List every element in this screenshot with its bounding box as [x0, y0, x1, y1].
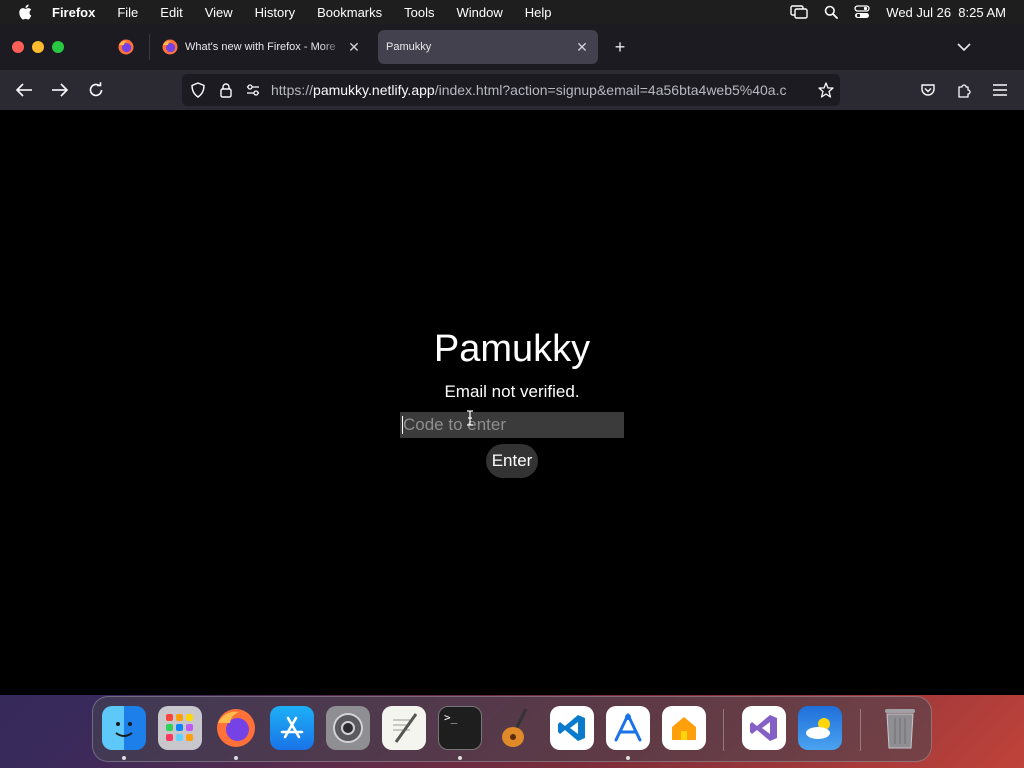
- pocket-icon: [921, 84, 935, 96]
- menu-app-name[interactable]: Firefox: [52, 5, 95, 20]
- home-icon[interactable]: [662, 706, 706, 750]
- text-caret: [402, 416, 403, 434]
- close-tab-icon[interactable]: ✕: [344, 37, 364, 57]
- app-store-icon[interactable]: [270, 706, 314, 750]
- hamburger-menu-icon: [993, 84, 1007, 96]
- macos-dock: >_: [92, 696, 932, 762]
- menu-view[interactable]: View: [205, 5, 233, 20]
- tab-title: Pamukky: [386, 41, 432, 53]
- list-all-tabs-chevron-down-icon[interactable]: [954, 37, 974, 57]
- text-cursor-icon: [467, 410, 473, 426]
- launchpad-icon[interactable]: [158, 706, 202, 750]
- extensions-button[interactable]: [954, 80, 974, 100]
- url-scheme: https://: [271, 82, 314, 98]
- firefox-icon[interactable]: [214, 706, 258, 750]
- verification-status-message: Email not verified.: [444, 382, 580, 401]
- macos-menu-bar: Firefox File Edit View History Bookmarks…: [0, 0, 1024, 24]
- spotlight-search-icon[interactable]: [824, 5, 839, 19]
- menu-window[interactable]: Window: [457, 5, 503, 20]
- pocket-button[interactable]: [918, 80, 938, 100]
- reload-button[interactable]: [86, 80, 106, 100]
- running-indicator: [458, 756, 462, 760]
- bookmark-star-icon[interactable]: [818, 82, 834, 98]
- url-text[interactable]: https://pamukky.netlify.app/index.html?a…: [271, 82, 799, 98]
- finder-icon[interactable]: [102, 706, 146, 750]
- zoom-window-button[interactable]: [52, 41, 64, 53]
- menu-file[interactable]: File: [117, 5, 138, 20]
- menu-history[interactable]: History: [255, 5, 295, 20]
- url-host: pamukky.netlify.app: [313, 82, 435, 98]
- back-arrow-icon: [15, 83, 32, 97]
- menu-bookmarks[interactable]: Bookmarks: [317, 5, 382, 20]
- minimize-window-button[interactable]: [32, 41, 44, 53]
- forward-button[interactable]: [50, 80, 70, 100]
- page-content: Pamukky Email not verified. Enter: [0, 110, 1024, 695]
- close-window-button[interactable]: [12, 41, 24, 53]
- reload-icon: [89, 82, 103, 97]
- dock-separator: [723, 709, 724, 751]
- tab-pamukky[interactable]: Pamukky ✕: [378, 30, 598, 64]
- permissions-sliders-icon[interactable]: [245, 82, 261, 98]
- terminal-icon[interactable]: >_: [438, 706, 482, 750]
- control-center-icon[interactable]: [854, 5, 870, 19]
- apple-logo-icon[interactable]: [18, 4, 32, 20]
- menu-edit[interactable]: Edit: [160, 5, 182, 20]
- verification-code-input[interactable]: [400, 412, 624, 438]
- close-tab-icon[interactable]: ✕: [572, 37, 592, 57]
- firefox-favicon-icon: [162, 39, 178, 55]
- tracking-protection-shield-icon[interactable]: [190, 82, 206, 98]
- clock-datetime[interactable]: Wed Jul 26 8:25 AM: [886, 5, 1006, 20]
- url-path: /index.html?action=signup&email=4a56bta4…: [434, 82, 787, 98]
- running-indicator: [234, 756, 238, 760]
- textedit-icon[interactable]: [382, 706, 426, 750]
- app-menu-button[interactable]: [990, 80, 1010, 100]
- tab-bar: What's new with Firefox - More ✕ Pamukky…: [0, 24, 1024, 70]
- running-indicator: [122, 756, 126, 760]
- dock-separator: [860, 709, 861, 751]
- tab-separator: [149, 34, 150, 60]
- enter-button[interactable]: Enter: [486, 444, 538, 478]
- address-bar[interactable]: https://pamukky.netlify.app/index.html?a…: [182, 74, 840, 106]
- firefox-view-button[interactable]: [110, 32, 142, 62]
- garageband-icon[interactable]: [494, 706, 538, 750]
- lock-icon[interactable]: [218, 82, 234, 98]
- visual-studio-icon[interactable]: [742, 706, 786, 750]
- firefox-logo-icon: [118, 39, 134, 55]
- navigation-toolbar: https://pamukky.netlify.app/index.html?a…: [0, 70, 1024, 110]
- running-indicator: [626, 756, 630, 760]
- forward-arrow-icon: [52, 83, 69, 97]
- back-button[interactable]: [14, 80, 34, 100]
- instruments-icon[interactable]: [606, 706, 650, 750]
- tab-title: What's new with Firefox - More: [185, 41, 336, 53]
- tab-whats-new[interactable]: What's new with Firefox - More ✕: [156, 30, 370, 64]
- firefox-window: What's new with Firefox - More ✕ Pamukky…: [0, 24, 1024, 695]
- puzzle-piece-icon: [958, 84, 971, 98]
- vscode-icon[interactable]: [550, 706, 594, 750]
- screen-mirroring-icon[interactable]: [790, 5, 808, 19]
- weather-icon[interactable]: [798, 706, 842, 750]
- page-title: Pamukky: [433, 328, 591, 370]
- system-settings-icon[interactable]: [326, 706, 370, 750]
- trash-icon[interactable]: [878, 706, 922, 750]
- new-tab-button[interactable]: +: [610, 37, 630, 57]
- menu-tools[interactable]: Tools: [404, 5, 434, 20]
- menu-help[interactable]: Help: [525, 5, 552, 20]
